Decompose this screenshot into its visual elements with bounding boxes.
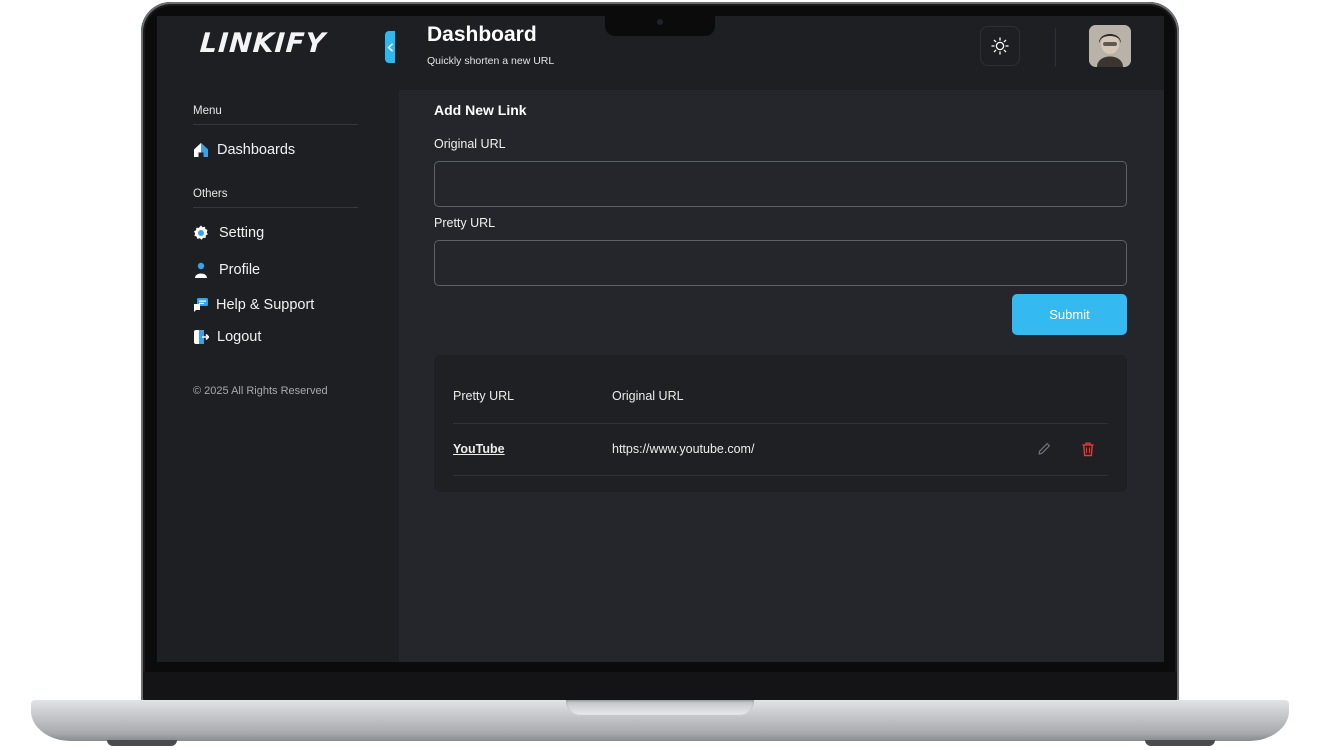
sidebar-item-setting[interactable]: Setting: [193, 225, 264, 241]
add-link-title: Add New Link: [434, 102, 527, 118]
camera-icon: [657, 19, 663, 25]
table-divider: [453, 423, 1108, 424]
sidebar-collapse-button[interactable]: [385, 31, 395, 63]
sidebar-item-label: Help & Support: [216, 297, 315, 313]
column-header-original-url: Original URL: [612, 389, 684, 403]
top-bar: Dashboard Quickly shorten a new URL: [399, 16, 1164, 90]
laptop-chin: [143, 672, 1177, 702]
pretty-url-label: Pretty URL: [434, 216, 496, 230]
pretty-url-input[interactable]: [434, 240, 1127, 286]
submit-button[interactable]: Submit: [1012, 294, 1127, 335]
topbar-divider: [1055, 28, 1056, 66]
edit-icon: [1038, 443, 1050, 455]
sidebar-item-label: Dashboards: [217, 142, 296, 158]
sidebar-item-label: Profile: [219, 262, 261, 278]
menu-heading: Menu: [193, 105, 222, 117]
menu-divider: [193, 124, 358, 125]
page-subtitle: Quickly shorten a new URL: [427, 55, 555, 67]
sidebar-item-logout[interactable]: Logout: [193, 329, 261, 345]
others-heading: Others: [193, 188, 228, 200]
sun-icon: [991, 37, 1009, 55]
laptop-opening-groove: [566, 700, 754, 715]
logout-icon: [193, 329, 209, 345]
table-cell-pretty-url-link[interactable]: YouTube: [453, 442, 505, 456]
app-logo[interactable]: LINKIFY: [199, 28, 327, 59]
table-cell-original-url: https://www.youtube.com/: [612, 442, 755, 456]
edit-link-button[interactable]: [1036, 441, 1052, 457]
others-divider: [193, 207, 358, 208]
original-url-input[interactable]: [434, 161, 1127, 207]
trash-icon: [1082, 442, 1094, 457]
sidebar-item-label: Logout: [217, 329, 262, 345]
chevron-left-icon: [386, 42, 393, 52]
support-chat-icon: [193, 297, 209, 313]
page-title: Dashboard: [427, 23, 537, 46]
sidebar-item-profile[interactable]: Profile: [193, 262, 260, 278]
laptop-foot: [107, 740, 177, 746]
copyright-text: © 2025 All Rights Reserved: [193, 385, 328, 397]
laptop-foot: [1145, 740, 1215, 746]
sidebar-item-help-support[interactable]: Help & Support: [193, 297, 314, 313]
avatar[interactable]: [1089, 25, 1131, 67]
sidebar-item-label: Setting: [219, 225, 265, 241]
gear-icon: [193, 225, 209, 241]
links-table: Pretty URL Original URL YouTube https://…: [434, 355, 1127, 492]
original-url-label: Original URL: [434, 137, 506, 151]
home-icon: [193, 142, 209, 158]
sidebar: LINKIFY Menu Dashboards Others Setting P…: [157, 16, 399, 662]
user-icon: [193, 262, 209, 278]
theme-toggle-button[interactable]: [980, 26, 1020, 66]
delete-link-button[interactable]: [1080, 441, 1096, 457]
table-divider: [453, 475, 1108, 476]
sidebar-item-dashboards[interactable]: Dashboards: [193, 142, 295, 158]
column-header-pretty-url: Pretty URL: [453, 389, 515, 403]
app-screen: LINKIFY Menu Dashboards Others Setting P…: [157, 16, 1164, 662]
